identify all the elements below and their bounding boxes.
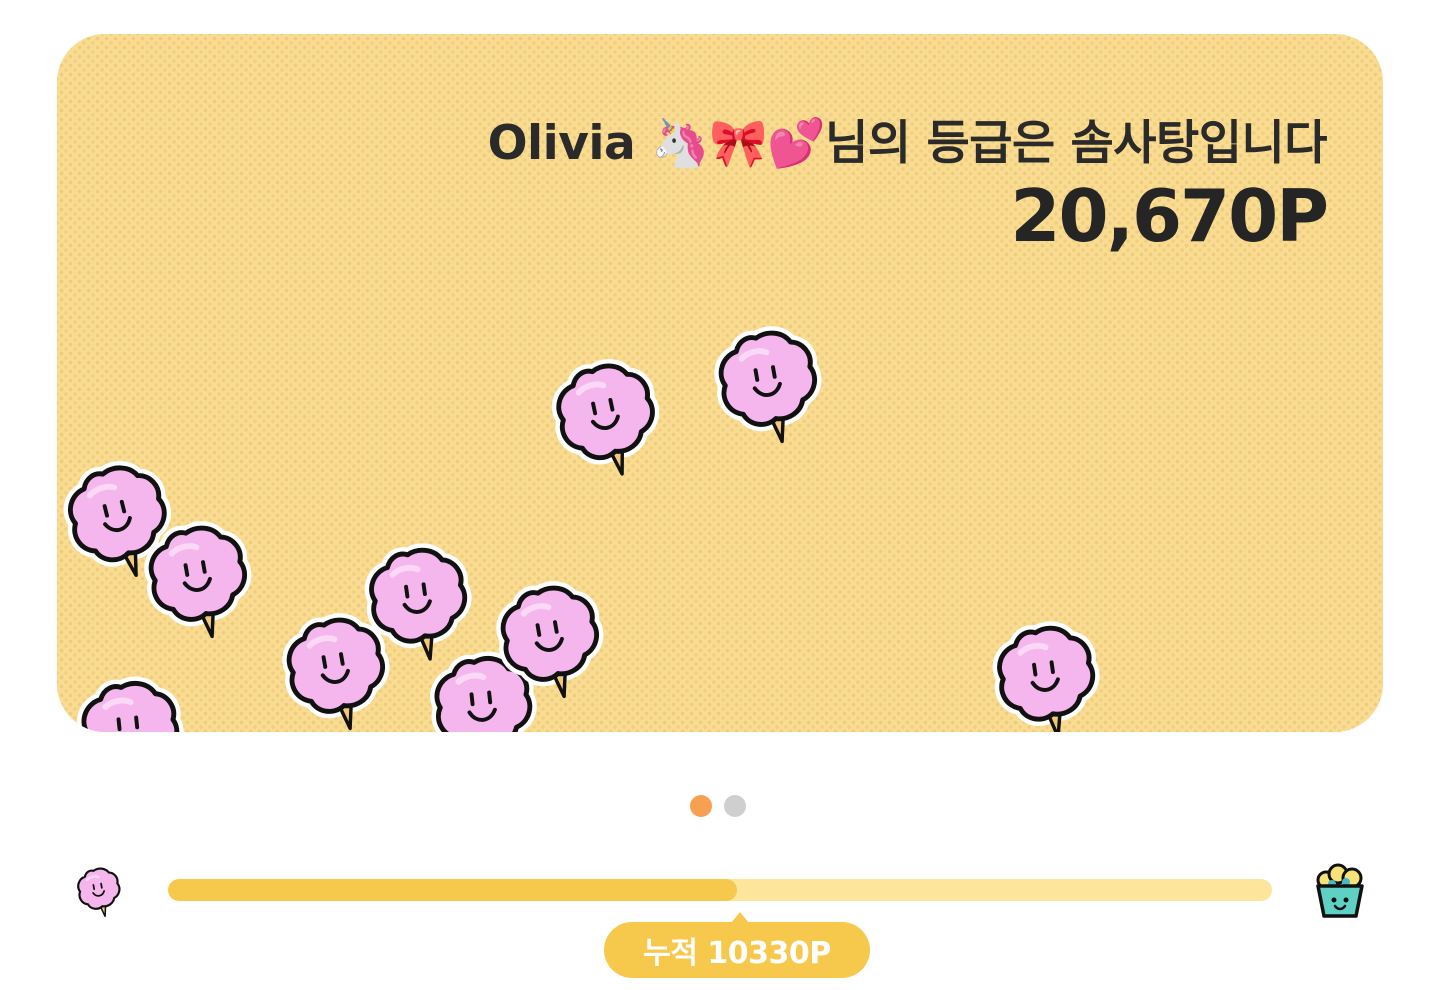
- grade-card[interactable]: Olivia 🦄🎀💕님의 등급은 솜사탕입니다 20,670P: [57, 34, 1383, 732]
- carousel-dot-2[interactable]: [724, 795, 746, 817]
- grade-progress-bar: [168, 879, 1272, 901]
- carousel-indicator: [690, 795, 746, 817]
- cumulative-points-badge: 누적 10330P: [604, 922, 870, 978]
- cotton-candy-icon: [137, 504, 255, 654]
- carousel-dot-1[interactable]: [690, 795, 712, 817]
- grade-title: Olivia 🦄🎀💕님의 등급은 솜사탕입니다: [487, 116, 1328, 171]
- cotton-candy-icon: [489, 564, 607, 714]
- cotton-candy-icon: [707, 309, 825, 459]
- cotton-candy-icon: [545, 342, 663, 492]
- popcorn-bucket-icon: [1314, 863, 1366, 920]
- cotton-candy-icon: [72, 860, 124, 922]
- grade-progress-fill: [168, 879, 737, 901]
- cotton-candy-icon: [985, 604, 1103, 732]
- points-value: 20,670P: [1010, 174, 1329, 258]
- cotton-candy-icon: [275, 596, 393, 732]
- cotton-candy-icon: [69, 659, 187, 732]
